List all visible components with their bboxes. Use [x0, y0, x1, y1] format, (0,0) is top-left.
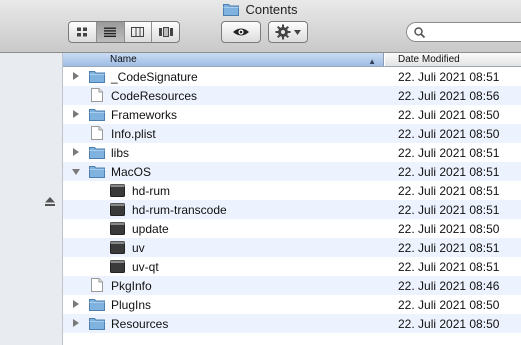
- file-name: update: [132, 222, 169, 236]
- list-item[interactable]: update 22. Juli 2021 08:50: [63, 219, 521, 238]
- folder-icon: [89, 108, 105, 124]
- search-icon: [414, 27, 425, 38]
- file-name: CodeResources: [111, 89, 198, 103]
- file-name: hd-rum: [132, 184, 171, 198]
- file-name: uv-qt: [132, 260, 159, 274]
- gear-icon: [275, 24, 291, 40]
- date-column-header[interactable]: Date Modified: [385, 53, 521, 66]
- file-name: uv: [132, 241, 145, 255]
- toolbar: Contents: [0, 0, 521, 53]
- file-date-modified: 22. Juli 2021 08:50: [398, 317, 500, 331]
- window-title: Contents: [245, 1, 298, 17]
- window-title-bar: Contents: [0, 0, 521, 18]
- eye-icon: [233, 28, 249, 36]
- coverflow-view-button[interactable]: [152, 22, 179, 42]
- file-date-modified: 22. Juli 2021 08:50: [398, 298, 500, 312]
- executable-icon: [110, 260, 125, 276]
- document-icon: [91, 88, 103, 105]
- file-name: MacOS: [111, 165, 152, 179]
- executable-icon: [110, 241, 125, 257]
- executable-icon: [110, 222, 125, 238]
- list-icon: [104, 27, 117, 37]
- list-item[interactable]: PkgInfo 22. Juli 2021 08:46: [63, 276, 521, 295]
- columns-icon: [131, 27, 145, 37]
- file-date-modified: 22. Juli 2021 08:51: [398, 165, 500, 179]
- disclosure-closed-icon[interactable]: [73, 72, 79, 80]
- list-item[interactable]: Resources 22. Juli 2021 08:50: [63, 314, 521, 333]
- list-item[interactable]: _CodeSignature 22. Juli 2021 08:51: [63, 67, 521, 86]
- file-name: Resources: [111, 317, 169, 331]
- list-item[interactable]: Frameworks 22. Juli 2021 08:50: [63, 105, 521, 124]
- executable-icon: [110, 184, 125, 200]
- search-field[interactable]: [406, 22, 521, 42]
- list-item[interactable]: uv-qt 22. Juli 2021 08:51: [63, 257, 521, 276]
- file-name: hd-rum-transcode: [132, 203, 227, 217]
- action-menu-button[interactable]: [268, 21, 308, 43]
- name-column-header[interactable]: Name ▲: [63, 53, 384, 66]
- file-name: PlugIns: [111, 298, 152, 312]
- file-date-modified: 22. Juli 2021 08:51: [398, 203, 500, 217]
- chevron-down-icon: [294, 29, 301, 35]
- grid-icon: [77, 27, 88, 37]
- sidebar: [0, 53, 63, 345]
- file-date-modified: 22. Juli 2021 08:51: [398, 260, 500, 274]
- file-name: Info.plist: [111, 127, 156, 141]
- folder-icon: [89, 317, 105, 333]
- name-column-label: Name: [110, 54, 137, 65]
- disclosure-closed-icon[interactable]: [73, 148, 79, 156]
- disclosure-closed-icon[interactable]: [73, 319, 79, 327]
- list-view-button[interactable]: [96, 22, 125, 42]
- column-header: Name ▲ Date Modified: [63, 53, 521, 67]
- list-item[interactable]: CodeResources 22. Juli 2021 08:56: [63, 86, 521, 105]
- list-item[interactable]: PlugIns 22. Juli 2021 08:50: [63, 295, 521, 314]
- icon-view-button[interactable]: [69, 22, 97, 42]
- file-date-modified: 22. Juli 2021 08:51: [398, 146, 500, 160]
- column-view-button[interactable]: [125, 22, 153, 42]
- file-name: Frameworks: [111, 108, 178, 122]
- list-item[interactable]: libs 22. Juli 2021 08:51: [63, 143, 521, 162]
- quicklook-button[interactable]: [221, 21, 261, 43]
- folder-icon: [89, 165, 105, 181]
- list-item[interactable]: Info.plist 22. Juli 2021 08:50: [63, 124, 521, 143]
- file-date-modified: 22. Juli 2021 08:50: [398, 108, 500, 122]
- date-column-label: Date Modified: [398, 54, 460, 65]
- file-date-modified: 22. Juli 2021 08:56: [398, 89, 500, 103]
- file-date-modified: 22. Juli 2021 08:51: [398, 184, 500, 198]
- file-date-modified: 22. Juli 2021 08:46: [398, 279, 500, 293]
- file-name: PkgInfo: [111, 279, 152, 293]
- file-date-modified: 22. Juli 2021 08:50: [398, 127, 500, 141]
- folder-icon: [89, 298, 105, 314]
- list-item[interactable]: hd-rum 22. Juli 2021 08:51: [63, 181, 521, 200]
- view-mode-control: [68, 21, 180, 43]
- file-date-modified: 22. Juli 2021 08:51: [398, 70, 500, 84]
- file-name: libs: [111, 146, 130, 160]
- file-date-modified: 22. Juli 2021 08:50: [398, 222, 500, 236]
- folder-icon: [89, 146, 105, 162]
- disclosure-closed-icon[interactable]: [73, 110, 79, 118]
- disclosure-open-icon[interactable]: [72, 169, 80, 175]
- file-name: _CodeSignature: [111, 70, 198, 84]
- eject-icon[interactable]: [45, 197, 55, 206]
- document-icon: [91, 278, 103, 295]
- coverflow-icon: [158, 27, 173, 37]
- file-date-modified: 22. Juli 2021 08:51: [398, 241, 500, 255]
- folder-icon: [89, 70, 105, 86]
- list-item[interactable]: uv 22. Juli 2021 08:51: [63, 238, 521, 257]
- executable-icon: [110, 203, 125, 219]
- list-item[interactable]: hd-rum-transcode 22. Juli 2021 08:51: [63, 200, 521, 219]
- document-icon: [91, 126, 103, 143]
- file-list: Name ▲ Date Modified _CodeSignature 22. J…: [63, 53, 521, 345]
- disclosure-closed-icon[interactable]: [73, 300, 79, 308]
- file-rows: _CodeSignature 22. Juli 2021 08:51 CodeRes…: [63, 67, 521, 333]
- list-item[interactable]: MacOS 22. Juli 2021 08:51: [63, 162, 521, 181]
- folder-icon: [223, 3, 240, 16]
